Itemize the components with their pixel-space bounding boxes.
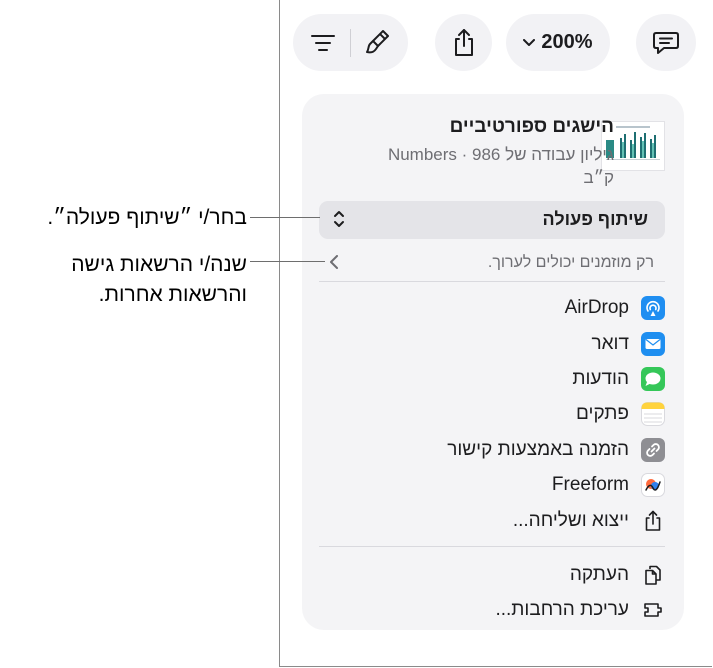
edit-extensions-option[interactable]: עריכת הרחבות... [495, 597, 665, 623]
share-option-messages[interactable]: הודעות [572, 366, 665, 392]
share-option-label: Freeform [551, 474, 629, 495]
extensions-label: עריכת הרחבות... [495, 599, 629, 620]
share-option-label: פתקים [576, 403, 629, 424]
permissions-link[interactable]: רק מוזמנים יכולים לערוך. [488, 254, 654, 272]
share-option-notes[interactable]: פתקים [576, 401, 665, 427]
format-lines-icon[interactable] [310, 33, 336, 53]
zoom-label: 200% [541, 31, 593, 53]
share-button[interactable] [435, 14, 492, 71]
share-option-freeform[interactable]: Freeform [552, 472, 665, 498]
callout-leader-line [250, 217, 320, 218]
share-option-mail[interactable]: דואר [591, 331, 665, 357]
share-option-label: הודעות [572, 368, 629, 389]
divider [319, 546, 665, 547]
callout-change-permissions: שנה/י הרשאות גישה והרשאות אחרות. [71, 253, 247, 306]
chevron-left-icon[interactable] [329, 255, 339, 274]
collaboration-selector[interactable]: שיתוף פעולה [319, 201, 665, 239]
zoom-menu-button[interactable]: 200% [506, 14, 610, 71]
mail-icon [641, 332, 665, 356]
messages-icon [641, 367, 665, 391]
airdrop-icon [641, 296, 665, 320]
export-icon [641, 509, 665, 533]
paintbrush-icon[interactable] [365, 28, 391, 58]
toolbar-separator [350, 28, 351, 57]
notes-icon [641, 402, 665, 426]
divider [319, 281, 665, 282]
freeform-icon [641, 473, 665, 497]
up-down-chevron-icon [333, 210, 345, 233]
share-icon [452, 28, 476, 58]
format-button-group[interactable] [293, 14, 408, 71]
share-option-export[interactable]: ייצוא ושליחה... [513, 508, 665, 534]
extensions-icon [641, 598, 665, 622]
share-option-label: הזמנה באמצעות קישור [447, 439, 629, 460]
comment-button[interactable] [636, 14, 696, 71]
collaboration-label: שיתוף פעולה [542, 209, 648, 229]
document-subtitle: גיליון עבודה של Numbers · 986 ק״ב [387, 145, 614, 187]
copy-icon [641, 563, 665, 587]
share-option-invite-link[interactable]: הזמנה באמצעות קישור [447, 437, 665, 463]
callout-choose-collaboration: בחר/י ״שיתוף פעולה״. [47, 206, 247, 229]
copy-option[interactable]: העתקה [570, 562, 665, 588]
share-option-airdrop[interactable]: AirDrop [565, 295, 665, 321]
share-option-label: ייצוא ושליחה... [512, 510, 629, 531]
copy-label: העתקה [569, 564, 629, 585]
callout-leader-line [250, 261, 325, 262]
link-icon [641, 438, 665, 462]
chevron-down-icon [523, 38, 536, 47]
share-option-label: AirDrop [564, 297, 629, 318]
document-title: הישגים ספורטיביים [449, 116, 614, 137]
comment-icon [652, 30, 680, 56]
share-option-label: דואר [591, 333, 629, 354]
